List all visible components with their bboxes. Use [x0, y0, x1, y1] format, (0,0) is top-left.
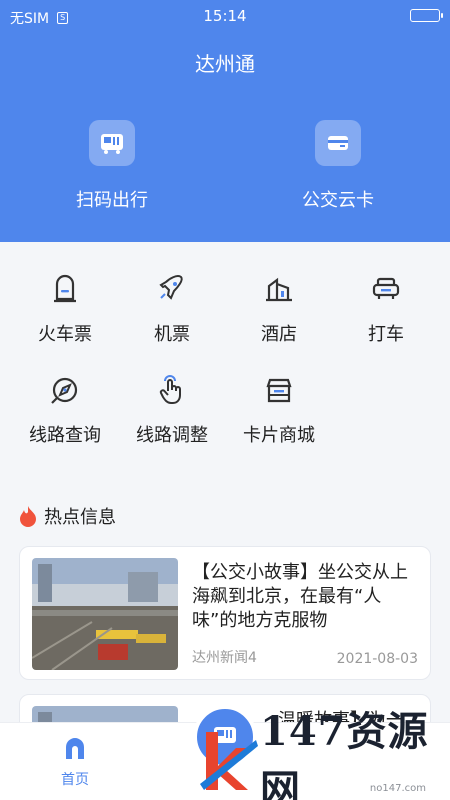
- news-title: 【公交小故事】坐公交从上海飙到北京，在最有“人味”的地方克服物: [192, 562, 408, 631]
- news-thumbnail: [32, 558, 178, 670]
- flame-icon: [20, 506, 36, 527]
- hotel-icon: [266, 277, 292, 302]
- service-label: 线路查询: [29, 425, 101, 446]
- shop-icon: [266, 378, 292, 403]
- scan-to-ride-button[interactable]: 扫码出行: [47, 120, 177, 212]
- watermark-logo-icon: [200, 732, 258, 790]
- service-label: 线路调整: [136, 425, 208, 446]
- bus-cloud-card-button[interactable]: 公交云卡: [273, 120, 403, 212]
- service-label: 酒店: [261, 324, 297, 345]
- service-card-mall[interactable]: 卡片商城: [224, 373, 334, 447]
- service-hotels[interactable]: 酒店: [224, 272, 334, 346]
- service-label: 火车票: [38, 324, 92, 345]
- taxi-icon: [372, 277, 400, 299]
- watermark: 147资源网 no147.com: [196, 708, 450, 800]
- status-bar: 无SIM S 15:14: [0, 0, 450, 32]
- news-source: 达州新闻4: [192, 650, 257, 666]
- service-taxi[interactable]: 打车: [331, 272, 441, 346]
- bus-scan-icon: [89, 120, 135, 166]
- compass-icon: [51, 377, 78, 404]
- bus-cloud-card-label: 公交云卡: [302, 190, 374, 211]
- service-label: 机票: [154, 324, 190, 345]
- service-flights[interactable]: 机票: [117, 272, 227, 346]
- service-label: 打车: [368, 324, 404, 345]
- battery-icon: [410, 9, 443, 22]
- train-icon: [54, 274, 76, 303]
- watermark-url: no147.com: [369, 783, 426, 794]
- page-title: 达州通: [195, 52, 255, 76]
- tab-home[interactable]: 首页: [49, 737, 101, 789]
- service-route-adjust[interactable]: 线路调整: [117, 373, 227, 447]
- hot-info-title: 热点信息: [44, 507, 116, 528]
- news-date: 2021-08-03: [336, 651, 418, 667]
- scan-to-ride-label: 扫码出行: [76, 190, 148, 211]
- status-time: 15:14: [203, 7, 247, 25]
- service-train-tickets[interactable]: 火车票: [10, 272, 120, 346]
- tab-home-label: 首页: [61, 772, 89, 788]
- home-icon: [66, 738, 84, 759]
- airplane-icon: [159, 275, 183, 300]
- header-banner: 达州通 扫码出行 公交云卡: [0, 0, 450, 242]
- service-route-search[interactable]: 线路查询: [10, 373, 120, 447]
- hand-pointer-icon: [159, 375, 181, 404]
- hot-info-heading: 热点信息: [18, 503, 116, 529]
- news-card[interactable]: 【公交小故事】坐公交从上海飙到北京，在最有“人味”的地方克服物 达州新闻4 20…: [19, 546, 431, 680]
- service-label: 卡片商城: [243, 425, 315, 446]
- bus-card-icon: [315, 120, 361, 166]
